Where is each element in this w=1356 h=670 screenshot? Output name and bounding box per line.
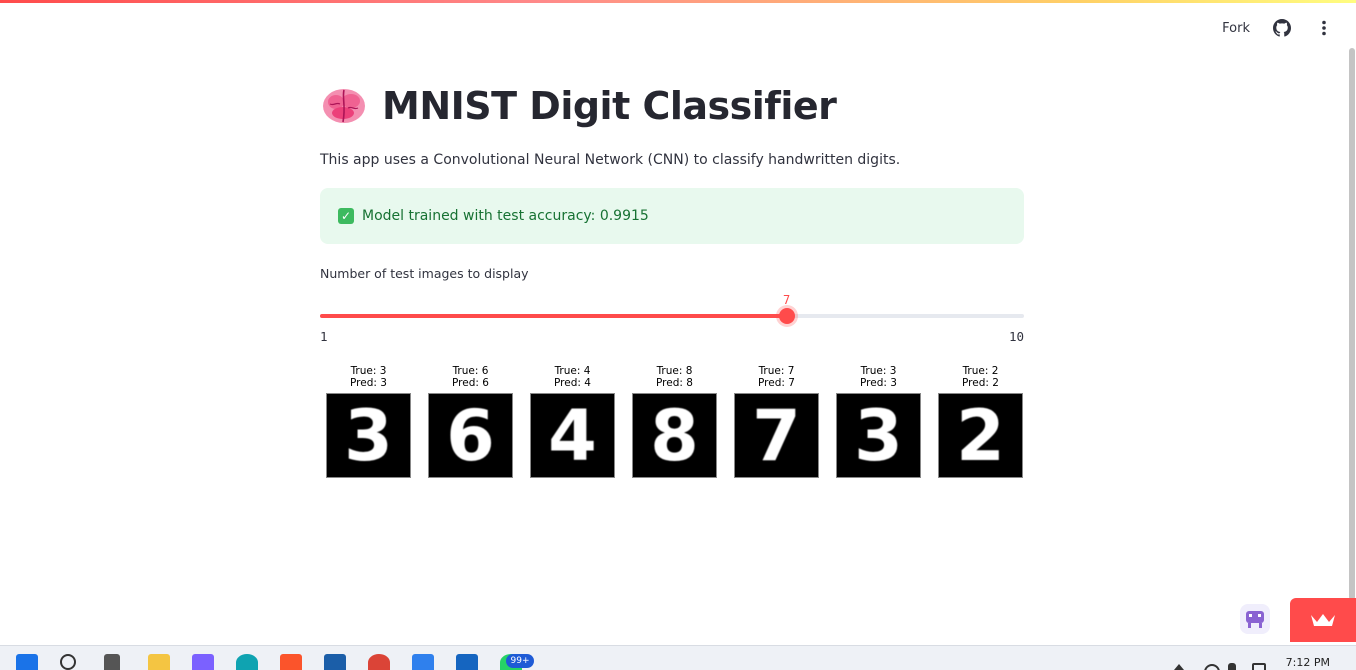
slider-label: Number of test images to display [320,266,529,281]
pred-label: Pred: 3 [350,377,387,389]
github-icon[interactable] [1272,18,1292,38]
digit-glyph: 6 [446,394,495,477]
notification-badge: 99+ [506,654,534,668]
digit-image: 4 [530,393,615,478]
wifi-icon[interactable] [1204,664,1220,670]
digit-glyph: 8 [650,394,699,477]
streamlit-crown-icon[interactable] [1290,598,1356,642]
title-row: MNIST Digit Classifier [320,70,1024,142]
pred-label: Pred: 2 [962,377,999,389]
pred-label: Pred: 8 [656,377,693,389]
header-actions: Fork [1222,18,1334,38]
sample-card: True: 3 Pred: 3 3 [836,365,921,478]
digit-image: 3 [326,393,411,478]
apps-grid-icon[interactable] [456,654,478,670]
brave-icon[interactable] [280,654,302,670]
copilot-icon[interactable] [192,654,214,670]
digit-glyph: 4 [548,394,597,477]
slider-fill [320,314,787,318]
sample-card: True: 4 Pred: 4 4 [530,365,615,478]
digit-image: 2 [938,393,1023,478]
sample-images-row: True: 3 Pred: 3 3 True: 6 Pred: 6 6 True… [326,365,1023,478]
taskbar-clock[interactable]: 7:12 PM [1286,656,1330,669]
slider-min-label: 1 [320,329,328,344]
sample-card: True: 2 Pred: 2 2 [938,365,1023,478]
search-icon[interactable] [60,654,76,670]
sample-card: True: 3 Pred: 3 3 [326,365,411,478]
app-description: This app uses a Convolutional Neural Net… [320,152,901,168]
edge-icon[interactable] [236,654,258,670]
volume-icon[interactable] [1228,663,1236,670]
digit-glyph: 2 [956,394,1005,477]
up-arrow-icon[interactable] [1174,664,1184,670]
check-icon: ✓ [338,208,354,224]
true-label: True: 3 [860,365,897,377]
true-label: True: 7 [758,365,795,377]
scrollbar[interactable] [1348,40,1356,600]
sample-card: True: 7 Pred: 7 7 [734,365,819,478]
digit-image: 6 [428,393,513,478]
more-vertical-icon[interactable] [1314,18,1334,38]
true-label: True: 4 [554,365,591,377]
pred-label: Pred: 7 [758,377,795,389]
slider-max-label: 10 [1008,329,1024,344]
digit-glyph: 7 [752,394,801,477]
success-message: Model trained with test accuracy: 0.9915 [362,208,649,224]
digit-image: 3 [836,393,921,478]
taskbar [0,645,1356,670]
slider-thumb[interactable] [778,308,795,324]
true-label: True: 2 [962,365,999,377]
slider-range-labels: 1 10 [320,329,1024,345]
image-count-slider[interactable]: 7 [320,293,1024,329]
sample-card: True: 6 Pred: 6 6 [428,365,513,478]
scrollbar-thumb[interactable] [1349,48,1355,600]
digit-glyph: 3 [854,394,903,477]
pred-label: Pred: 4 [554,377,591,389]
success-alert: ✓ Model trained with test accuracy: 0.99… [320,188,1024,244]
file-explorer-icon[interactable] [148,654,170,670]
main-content: MNIST Digit Classifier This app uses a C… [320,70,1024,345]
top-decoration-bar [0,0,1356,3]
page-title: MNIST Digit Classifier [382,84,837,128]
battery-icon[interactable] [1252,663,1266,670]
send-icon[interactable] [412,654,434,670]
store-icon[interactable] [324,654,346,670]
digit-image: 8 [632,393,717,478]
true-label: True: 6 [452,365,489,377]
sample-card: True: 8 Pred: 8 8 [632,365,717,478]
true-label: True: 8 [656,365,693,377]
true-label: True: 3 [350,365,387,377]
pred-label: Pred: 3 [860,377,897,389]
chrome-icon[interactable] [368,654,390,670]
extension-icon[interactable] [1240,604,1270,634]
task-view-icon[interactable] [104,654,120,670]
brain-icon [320,82,368,130]
digit-image: 7 [734,393,819,478]
slider-value: 7 [783,293,791,307]
digit-glyph: 3 [344,394,393,477]
windows-start-icon[interactable] [16,654,38,670]
pred-label: Pred: 6 [452,377,489,389]
fork-link[interactable]: Fork [1222,21,1250,36]
